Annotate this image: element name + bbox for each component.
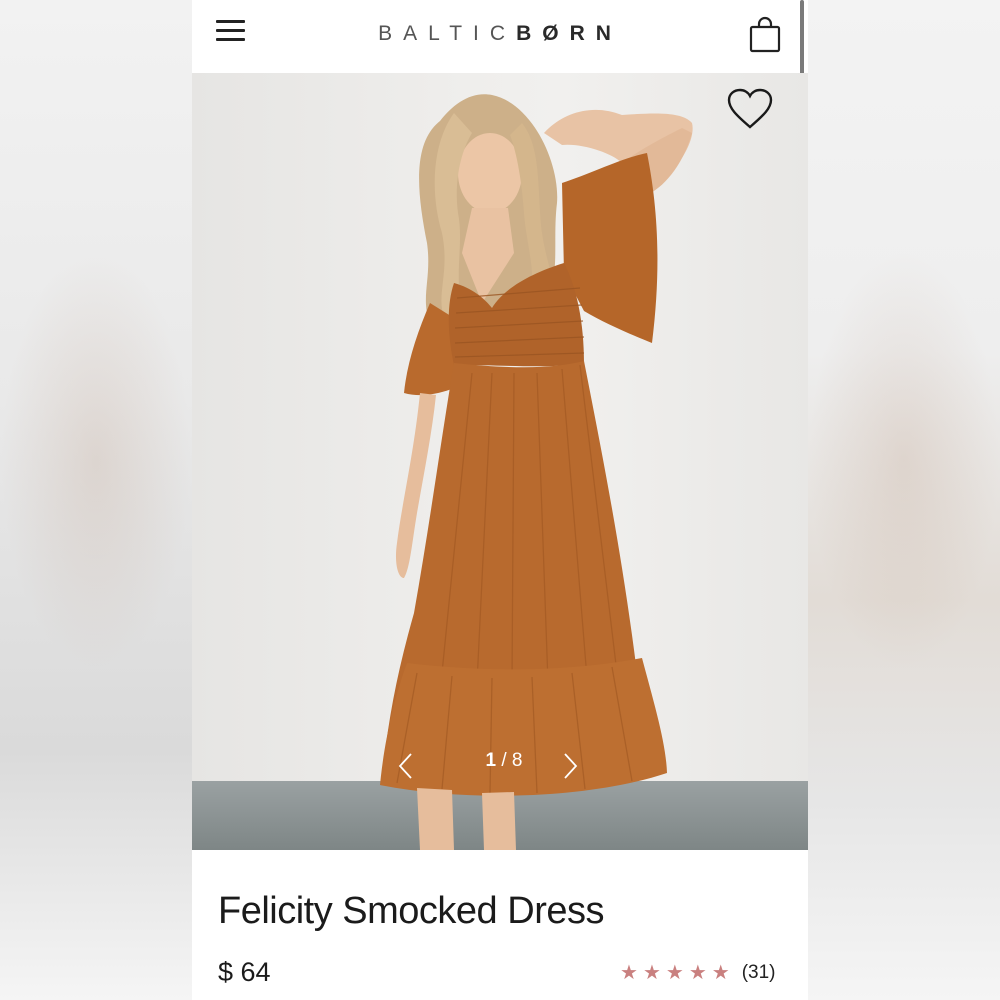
- brand-logo[interactable]: BALTICBØRN: [322, 22, 678, 46]
- phone-screen: BALTICBØRN 1 / 8 Felicity Smocked Dress …: [192, 0, 808, 1000]
- star-icon: ★: [620, 962, 638, 984]
- chevron-left-icon[interactable]: [392, 751, 420, 781]
- star-icon: ★: [711, 962, 730, 984]
- product-title: Felicity Smocked Dress: [218, 890, 604, 932]
- hamburger-menu-icon[interactable]: [216, 20, 248, 48]
- rating-stars: ★ ★ ★ ★ ★: [620, 963, 730, 983]
- review-count[interactable]: (31): [742, 962, 776, 984]
- product-image-gallery[interactable]: 1 / 8: [192, 73, 808, 850]
- product-price: $ 64: [218, 957, 271, 987]
- star-icon: ★: [665, 962, 684, 984]
- image-counter-total: 8: [511, 750, 523, 771]
- blurred-background-right: [808, 0, 1000, 1000]
- brand-logo-left: BALTIC: [378, 22, 517, 45]
- star-icon: ★: [642, 962, 661, 984]
- brand-logo-right: BØRN: [516, 22, 622, 45]
- product-photo-model: [380, 94, 693, 850]
- image-counter: 1 / 8: [454, 750, 554, 772]
- star-icon: ★: [688, 962, 707, 984]
- blurred-background-left: [0, 0, 192, 1000]
- favorite-heart-icon[interactable]: [726, 87, 774, 131]
- chevron-right-icon[interactable]: [556, 751, 584, 781]
- product-rating[interactable]: ★ ★ ★ ★ ★ (31): [620, 958, 775, 988]
- image-counter-current: 1: [485, 750, 497, 771]
- image-counter-separator: /: [501, 750, 507, 771]
- shopping-bag-icon[interactable]: [748, 16, 782, 54]
- site-header: BALTICBØRN: [192, 0, 808, 73]
